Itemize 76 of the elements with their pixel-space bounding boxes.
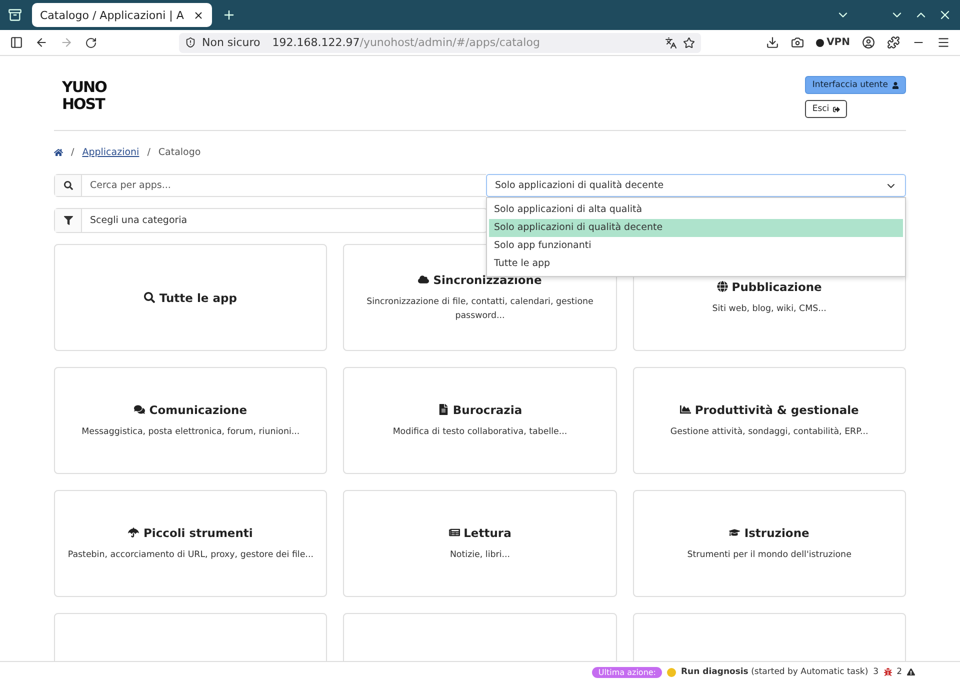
category-card[interactable]: Produttività & gestionale Gestione attività, sondaggi, contabilità, ERP...: [632, 367, 906, 474]
dropdown-option[interactable]: Solo applicazioni di qualità decente: [489, 219, 903, 237]
category-card[interactable]: Istruzione Strumenti per il mondo dell'istruzione: [632, 490, 906, 597]
bookmark-icon[interactable]: [683, 36, 695, 48]
camera-icon[interactable]: [790, 36, 804, 49]
card-description: Messaggistica, posta elettronica, forum, riunioni...: [82, 426, 300, 438]
url-text: 192.168.122.97/yunohost/admin/#/apps/catalog: [272, 36, 540, 49]
close-icon[interactable]: [938, 8, 952, 22]
tab-overview-icon[interactable]: [8, 8, 22, 22]
card-title: Piccoli strumenti: [143, 526, 253, 540]
card-title: Produttività & gestionale: [694, 402, 859, 416]
last-action-badge: Ultima azione:: [592, 666, 662, 678]
category-card[interactable]: Piccoli strumenti Pastebin, accorciamento di URL, proxy, gestore dei file...: [54, 490, 328, 597]
cloud-icon: [418, 274, 430, 285]
user-interface-button[interactable]: Interfaccia utente: [805, 76, 906, 94]
breadcrumb-separator: /: [71, 147, 74, 158]
newspaper-icon: [448, 527, 460, 538]
card-description: Sincronizzazione di file, contatti, calendari, gestione password...: [366, 296, 594, 322]
logo: YUNO HOST: [62, 79, 106, 113]
account-icon[interactable]: [862, 36, 875, 49]
chat-bubbles-icon: [134, 404, 146, 415]
warning-shield-icon: [185, 37, 196, 48]
error-count: 3: [873, 667, 879, 677]
category-card[interactable]: Lettura Notizie, libri...: [343, 490, 617, 597]
breadcrumb-link[interactable]: Applicazioni: [82, 147, 140, 158]
address-bar[interactable]: Non sicuro 192.168.122.97/yunohost/admin/#/apps/catalog: [179, 32, 701, 52]
card-description: Gestione attività, sondaggi, contabilità, ERP...: [670, 426, 868, 438]
category-card[interactable]: Burocrazia Modifica di testo collaborativa, tabelle...: [343, 367, 617, 474]
tab-title: Catalogo / Applicazioni | A: [40, 8, 185, 22]
area-chart-icon: [680, 404, 691, 415]
translate-icon[interactable]: [665, 36, 677, 48]
dot-icon: [816, 38, 824, 46]
document-icon: [438, 404, 449, 415]
logout-button[interactable]: Esci: [805, 100, 848, 118]
card-title: Pubblicazione: [732, 280, 822, 294]
dropdown-option[interactable]: Solo applicazioni di alta qualità: [489, 201, 903, 219]
browser-tab[interactable]: Catalogo / Applicazioni | A: [32, 3, 212, 27]
reload-icon[interactable]: [85, 36, 97, 48]
umbrella-icon: [128, 527, 140, 538]
search-icon: [64, 181, 72, 190]
graduation-cap-icon: [729, 527, 740, 538]
card-description: Notizie, libri...: [450, 548, 510, 562]
card-title: Istruzione: [744, 526, 810, 540]
card-title: Sincronizzazione: [433, 272, 542, 286]
status-dot-icon: [667, 668, 676, 676]
card-description: Strumenti per il mondo dell'istruzione: [687, 548, 852, 562]
card-description: Siti web, blog, wiki, CMS...: [712, 302, 826, 316]
download-icon[interactable]: [766, 36, 779, 49]
breadcrumb-current: Catalogo: [158, 147, 201, 158]
breadcrumb-separator: /: [147, 147, 150, 158]
category-card[interactable]: Comunicazione Messaggistica, posta elettronica, forum, riunioni...: [54, 367, 328, 474]
card-description: Modifica di testo collaborativa, tabelle...: [392, 426, 568, 438]
category-card[interactable]: Tutte le app: [54, 244, 328, 351]
home-icon[interactable]: [54, 148, 63, 157]
vpn-button[interactable]: VPN: [816, 37, 850, 48]
warning-count: 2: [896, 667, 902, 677]
quality-select[interactable]: Solo applicazioni di qualità decente: [486, 174, 906, 197]
security-label: Non sicuro: [202, 36, 260, 49]
card-title: Lettura: [464, 526, 512, 540]
card-title: Tutte le app: [159, 290, 237, 304]
action-text: Run diagnosis (started by Automatic task): [681, 667, 868, 677]
extensions-icon[interactable]: [887, 36, 900, 49]
search-icon: [144, 292, 156, 303]
sidebar-icon[interactable]: [10, 36, 23, 49]
card-description: Pastebin, accorciamento di URL, proxy, gestore dei file...: [68, 548, 314, 562]
globe-icon: [716, 281, 728, 292]
back-icon[interactable]: [35, 36, 48, 49]
warning-icon: [907, 668, 915, 676]
close-icon[interactable]: [193, 10, 204, 20]
logout-icon: [833, 106, 840, 112]
card-title: Comunicazione: [149, 402, 248, 416]
user-icon: [892, 82, 899, 88]
new-tab-icon[interactable]: [222, 8, 236, 22]
bug-icon: [884, 668, 892, 676]
card-title: Burocrazia: [452, 402, 522, 416]
menu-icon[interactable]: [937, 36, 950, 49]
